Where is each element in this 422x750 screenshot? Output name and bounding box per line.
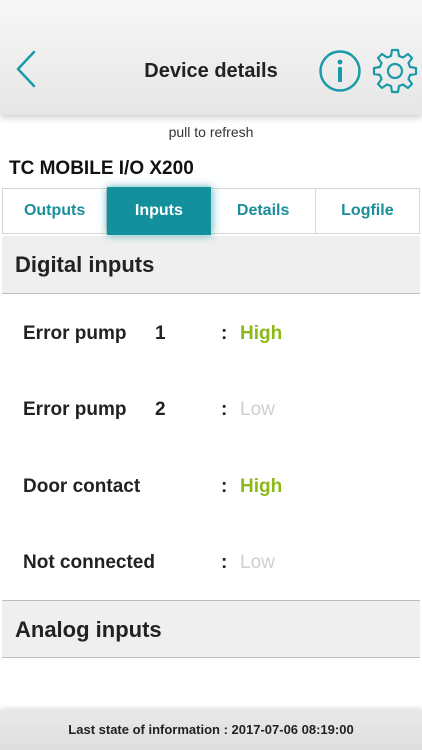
pull-to-refresh-hint: pull to refresh: [168, 124, 254, 140]
tab-details[interactable]: Details: [212, 189, 316, 233]
separator: :: [221, 399, 228, 420]
gear-icon: [372, 48, 418, 94]
input-value: High: [240, 476, 283, 497]
input-value: Low: [240, 552, 275, 573]
input-number: 1: [155, 323, 166, 344]
last-state-footer: Last state of information : 2017-07-06 0…: [0, 710, 422, 750]
input-label: Error pump: [23, 323, 127, 344]
separator: :: [221, 552, 228, 573]
input-label: Error pump: [23, 399, 127, 420]
section-title: Digital inputs: [15, 252, 155, 277]
input-label: Not connected: [23, 552, 155, 573]
top-navigation-bar: Device details: [0, 0, 422, 115]
device-name: TC MOBILE I/O X200: [9, 158, 194, 179]
tab-outputs[interactable]: Outputs: [3, 189, 108, 233]
separator: :: [221, 323, 228, 344]
analog-inputs-header: Analog inputs: [2, 600, 420, 658]
input-row: Error pump 1 : High: [0, 320, 422, 350]
separator: :: [221, 476, 228, 497]
input-row: Error pump 2 : Low: [0, 396, 422, 426]
section-title: Analog inputs: [15, 617, 162, 642]
input-row: Door contact : High: [0, 473, 422, 503]
digital-inputs-header: Digital inputs: [2, 236, 420, 294]
settings-button[interactable]: [371, 47, 419, 95]
tab-logfile[interactable]: Logfile: [316, 189, 419, 233]
tab-inputs[interactable]: Inputs: [107, 187, 212, 235]
input-row: Not connected : Low: [0, 549, 422, 579]
info-button[interactable]: [318, 49, 362, 93]
tab-bar: Outputs Inputs Details Logfile: [2, 187, 420, 235]
info-icon: [319, 50, 361, 92]
input-value: Low: [240, 399, 275, 420]
input-label: Door contact: [23, 476, 141, 497]
input-value: High: [240, 323, 283, 344]
input-number: 2: [155, 399, 166, 420]
